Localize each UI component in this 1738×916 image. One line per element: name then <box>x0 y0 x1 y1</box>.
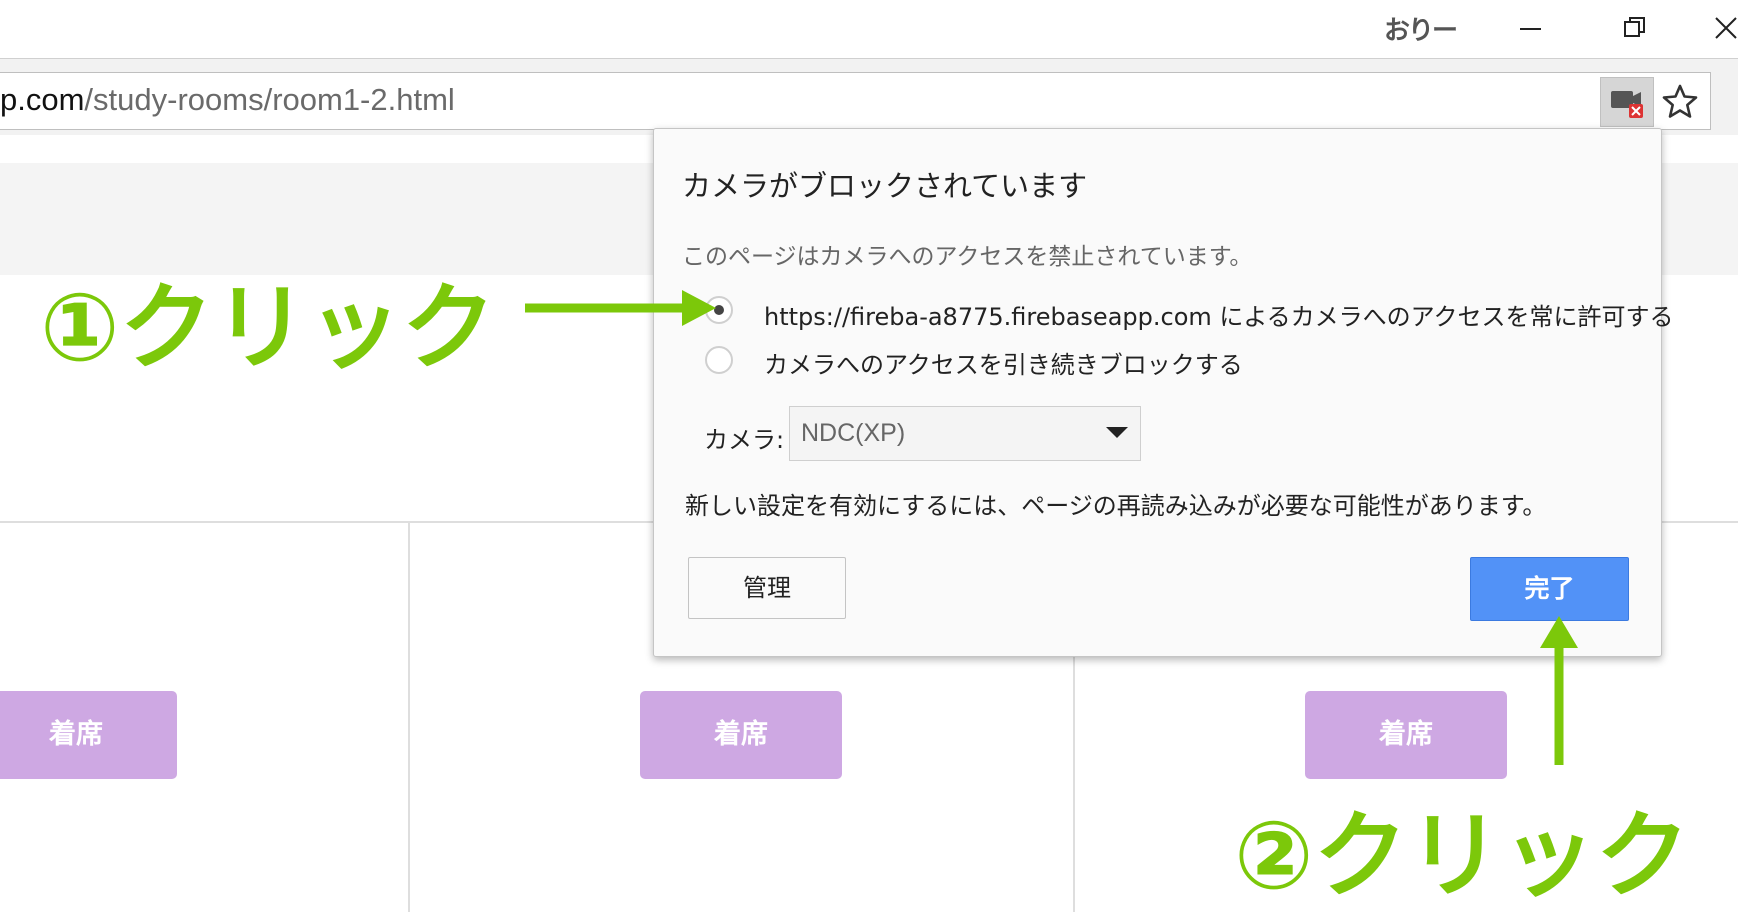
reload-note: 新しい設定を有効にするには、ページの再読み込みが必要な可能性があります。 <box>685 492 1547 520</box>
step2-annotation: ②クリック <box>1234 802 1690 911</box>
grid-column-divider <box>408 521 410 912</box>
url-text[interactable]: p.com/study-rooms/room1-2.html <box>0 82 455 118</box>
done-button[interactable]: 完了 <box>1470 557 1629 621</box>
seat-button[interactable]: 着席 <box>0 691 177 779</box>
restore-icon-front <box>1624 21 1640 37</box>
allow-camera-radio[interactable] <box>705 296 733 324</box>
bookmark-star-button[interactable] <box>1655 77 1705 125</box>
window-title-bar: おりー <box>0 0 1738 58</box>
restore-button[interactable] <box>1605 0 1665 58</box>
url-host: p.com <box>0 82 85 117</box>
close-icon <box>1715 17 1737 39</box>
step1-annotation: ①クリック <box>40 274 496 383</box>
dialog-description: このページはカメラへのアクセスを禁止されています。 <box>682 244 1253 270</box>
browser-toolbar: p.com/study-rooms/room1-2.html <box>0 58 1738 136</box>
seat-button[interactable]: 着席 <box>640 691 842 779</box>
minimize-icon <box>1520 28 1541 30</box>
camera-blocked-button[interactable] <box>1600 77 1654 127</box>
close-button[interactable] <box>1700 0 1738 58</box>
camera-permission-dialog: カメラがブロックされています このページはカメラへのアクセスを禁止されています。… <box>653 128 1673 657</box>
profile-name[interactable]: おりー <box>1384 10 1458 47</box>
url-path: /study-rooms/room1-2.html <box>84 82 455 117</box>
seat-button[interactable]: 着席 <box>1305 691 1507 779</box>
manage-button[interactable]: 管理 <box>688 557 846 619</box>
block-camera-radio[interactable] <box>705 346 733 374</box>
camera-selected-value: NDC(XP) <box>801 419 906 447</box>
camera-device-select[interactable]: NDC(XP) <box>789 406 1141 461</box>
allow-camera-label[interactable]: https://fireba-a8775.firebaseapp.com による… <box>764 297 1673 332</box>
camera-select-label: カメラ: <box>704 426 785 454</box>
star-icon <box>1662 84 1698 118</box>
block-camera-label[interactable]: カメラへのアクセスを引き続きブロックする <box>764 345 1243 380</box>
chevron-down-icon <box>1106 427 1128 438</box>
minimize-button[interactable] <box>1500 0 1560 58</box>
camera-blocked-icon <box>1611 91 1643 118</box>
address-bar[interactable]: p.com/study-rooms/room1-2.html <box>0 72 1711 130</box>
dialog-title: カメラがブロックされています <box>682 169 1088 203</box>
